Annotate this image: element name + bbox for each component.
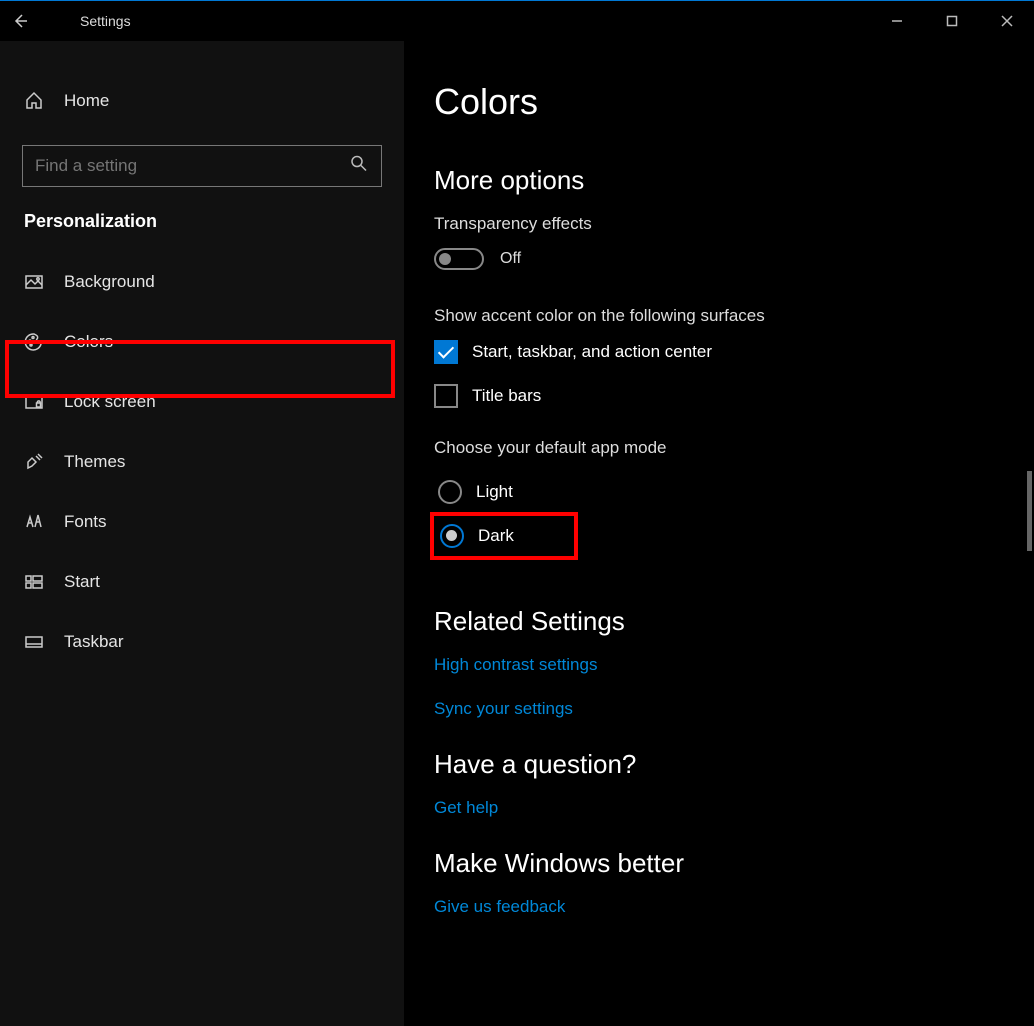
- sidebar-item-label: Background: [64, 272, 155, 292]
- sidebar-item-label: Fonts: [64, 512, 107, 532]
- radio-label: Dark: [478, 526, 514, 546]
- sidebar-item-label: Start: [64, 572, 100, 592]
- scrollbar-thumb[interactable]: [1027, 471, 1032, 551]
- picture-icon: [24, 272, 44, 292]
- sidebar-item-lockscreen[interactable]: Lock screen: [0, 372, 404, 432]
- sidebar-item-taskbar[interactable]: Taskbar: [0, 612, 404, 672]
- sidebar: Home Personalization Background Colors: [0, 41, 404, 1026]
- radio-dark[interactable]: Dark: [440, 524, 514, 548]
- minimize-button[interactable]: [869, 1, 924, 41]
- radio-label: Light: [476, 482, 513, 502]
- content-panel: Colors More options Transparency effects…: [404, 41, 1034, 1026]
- sidebar-item-themes[interactable]: Themes: [0, 432, 404, 492]
- themes-icon: [24, 452, 44, 472]
- sidebar-item-label: Colors: [64, 332, 113, 352]
- palette-icon: [24, 332, 44, 352]
- titlebar: Settings: [0, 1, 1034, 41]
- close-icon: [1001, 15, 1013, 27]
- radio-icon: [438, 480, 462, 504]
- start-icon: [24, 572, 44, 592]
- sidebar-item-label: Themes: [64, 452, 125, 472]
- taskbar-icon: [24, 632, 44, 652]
- section-question: Have a question?: [434, 749, 1034, 780]
- transparency-toggle[interactable]: [434, 248, 484, 270]
- sidebar-item-label: Lock screen: [64, 392, 156, 412]
- link-feedback[interactable]: Give us feedback: [434, 897, 1034, 917]
- highlight-dark-annotation: Dark: [430, 512, 578, 560]
- search-icon: [350, 155, 368, 178]
- section-related: Related Settings: [434, 606, 1034, 637]
- transparency-state: Off: [500, 250, 521, 268]
- accent-surface-label: Show accent color on the following surfa…: [434, 306, 1034, 326]
- transparency-label: Transparency effects: [434, 214, 1034, 234]
- sidebar-item-start[interactable]: Start: [0, 552, 404, 612]
- home-icon: [24, 91, 44, 111]
- section-more-options: More options: [434, 165, 1034, 196]
- back-button[interactable]: [0, 1, 40, 41]
- sidebar-item-background[interactable]: Background: [0, 252, 404, 312]
- minimize-icon: [891, 15, 903, 27]
- sidebar-item-colors[interactable]: Colors: [0, 312, 404, 372]
- checkbox-label: Title bars: [472, 386, 541, 406]
- toggle-knob: [439, 253, 451, 265]
- checkbox-icon-checked: [434, 340, 458, 364]
- search-input[interactable]: [22, 145, 382, 187]
- sidebar-item-fonts[interactable]: Fonts: [0, 492, 404, 552]
- section-better: Make Windows better: [434, 848, 1034, 879]
- link-high-contrast[interactable]: High contrast settings: [434, 655, 1034, 675]
- page-title: Colors: [434, 81, 1034, 123]
- checkbox-title-bars[interactable]: Title bars: [434, 384, 1034, 408]
- maximize-button[interactable]: [924, 1, 979, 41]
- arrow-left-icon: [12, 13, 28, 29]
- window-controls: [869, 1, 1034, 41]
- checkbox-label: Start, taskbar, and action center: [472, 342, 712, 362]
- sidebar-item-label: Taskbar: [64, 632, 124, 652]
- checkbox-start-taskbar[interactable]: Start, taskbar, and action center: [434, 340, 1034, 364]
- close-button[interactable]: [979, 1, 1034, 41]
- radio-icon-selected: [440, 524, 464, 548]
- nav-home[interactable]: Home: [0, 71, 404, 131]
- maximize-icon: [946, 15, 958, 27]
- nav-home-label: Home: [64, 91, 109, 111]
- lock-screen-icon: [24, 392, 44, 412]
- app-mode-label: Choose your default app mode: [434, 438, 1034, 458]
- checkbox-icon-unchecked: [434, 384, 458, 408]
- sidebar-section-heading: Personalization: [0, 211, 404, 252]
- link-sync-settings[interactable]: Sync your settings: [434, 699, 1034, 719]
- fonts-icon: [24, 512, 44, 532]
- link-get-help[interactable]: Get help: [434, 798, 1034, 818]
- radio-light[interactable]: Light: [434, 472, 1034, 512]
- window-title: Settings: [80, 13, 131, 29]
